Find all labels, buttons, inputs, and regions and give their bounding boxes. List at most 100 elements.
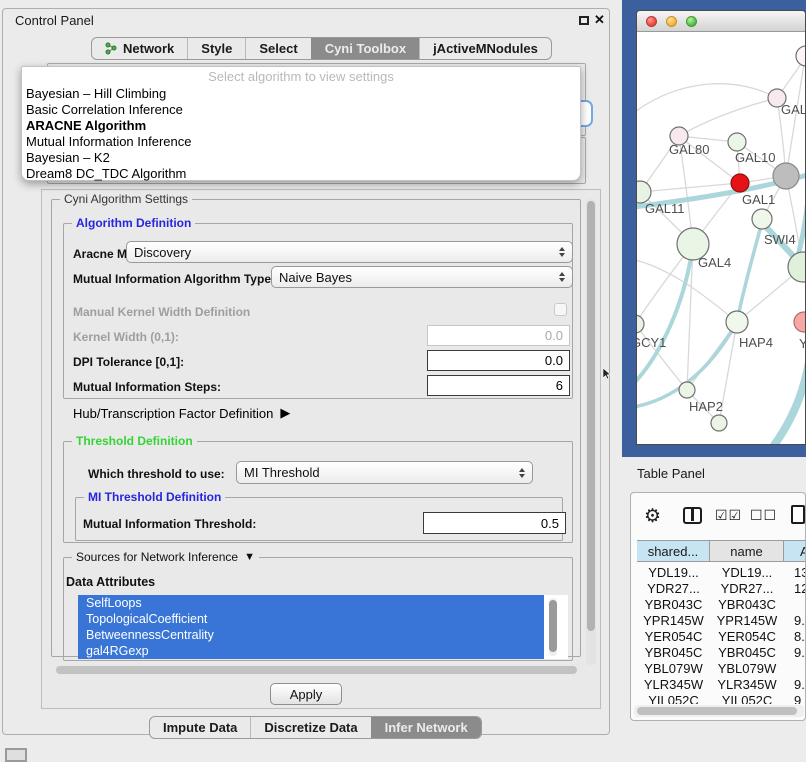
which-threshold-combo[interactable]: MI Threshold xyxy=(236,461,533,484)
table-settings-gear-icon[interactable]: ⚙ xyxy=(644,505,661,528)
tab-select[interactable]: Select xyxy=(245,38,310,59)
node-salmon[interactable] xyxy=(794,312,805,332)
attribute-item-selected[interactable]: TopologicalCoefficient xyxy=(78,611,544,627)
tab-discretize-data[interactable]: Discretize Data xyxy=(250,717,370,738)
network-window-titlebar[interactable] xyxy=(637,11,805,32)
new-column-icon[interactable] xyxy=(791,505,805,524)
svg-text:GAL10: GAL10 xyxy=(735,150,775,165)
dropdown-prompt: Select algorithm to view settings xyxy=(22,67,580,86)
node-partial-corner[interactable] xyxy=(796,46,805,66)
column-header-name[interactable]: name xyxy=(710,540,784,562)
attributes-list-scrollbar[interactable] xyxy=(549,598,557,656)
dropdown-item-selected[interactable]: ARACNE Algorithm xyxy=(22,118,580,134)
column-layout-icon[interactable] xyxy=(683,507,702,524)
svg-text:GAL1: GAL1 xyxy=(742,192,775,207)
control-panel-title: Control Panel xyxy=(15,13,94,28)
node-bottom[interactable] xyxy=(711,415,727,431)
data-attributes-list[interactable]: SelfLoops TopologicalCoefficient Between… xyxy=(78,595,568,659)
kernel-width-field[interactable]: 0.0 xyxy=(427,325,570,346)
svg-text:HAP4: HAP4 xyxy=(739,335,773,350)
dropdown-item[interactable]: Bayesian – Hill Climbing xyxy=(22,86,580,102)
column-header-partial[interactable]: A xyxy=(784,540,806,562)
column-header-shared[interactable]: shared... xyxy=(637,540,710,562)
node-hap4[interactable] xyxy=(726,311,748,333)
expanded-arrow-icon: ▼ xyxy=(244,551,255,563)
svg-text:GCY1: GCY1 xyxy=(637,335,666,350)
tab-infer-network[interactable]: Infer Network xyxy=(371,717,481,738)
spinner-arrows-icon xyxy=(559,247,565,257)
network-window: GAL GAL80 GAL10 GAL1 GAL11 SWI4 GAL4 GCY… xyxy=(636,10,806,445)
algorithm-definition-title: Algorithm Definition xyxy=(72,216,195,230)
sources-group-title[interactable]: Sources for Network Inference ▼ xyxy=(72,550,259,564)
dropdown-item[interactable]: Bayesian – K2 xyxy=(22,150,580,166)
settings-horizontal-scrollbar[interactable] xyxy=(54,664,581,675)
dropdown-item[interactable]: Dream8 DC_TDC Algorithm xyxy=(22,166,580,182)
which-threshold-label: Which threshold to use: xyxy=(88,467,225,481)
close-panel-icon[interactable]: ✕ xyxy=(594,12,605,28)
tab-network[interactable]: Network xyxy=(92,38,187,59)
node-gcy1[interactable] xyxy=(637,315,644,333)
network-tab-icon xyxy=(105,42,118,55)
tab-cyni-toolbox[interactable]: Cyni Toolbox xyxy=(311,38,419,59)
table-row[interactable]: YER054CYER054C8. xyxy=(637,629,806,645)
aracne-mode-combo[interactable]: Discovery xyxy=(126,241,573,263)
tab-jactivemnodules[interactable]: jActiveMNodules xyxy=(419,38,551,59)
table-row[interactable]: YBR045CYBR045C9. xyxy=(637,645,806,661)
minimize-window-icon[interactable] xyxy=(666,16,677,27)
mouse-cursor xyxy=(603,367,612,385)
node-swi4[interactable] xyxy=(752,209,772,229)
tab-style[interactable]: Style xyxy=(187,38,245,59)
threshold-definition-title: Threshold Definition xyxy=(72,434,197,448)
tab-network-label: Network xyxy=(123,41,174,56)
table-header-row: shared... name A xyxy=(631,540,806,563)
table-row[interactable]: YDL19...YDL19...13 xyxy=(637,565,806,581)
table-row[interactable]: YLR345WYLR345W9. xyxy=(637,677,806,693)
network-node-labels: GAL GAL80 GAL10 GAL1 GAL11 SWI4 GAL4 GCY… xyxy=(637,102,805,414)
spinner-arrows-icon xyxy=(519,468,525,478)
attribute-item-selected[interactable]: gal4RGexp xyxy=(78,643,544,659)
mi-steps-label: Mutual Information Steps: xyxy=(73,380,221,394)
mi-type-combo[interactable]: Naive Bayes xyxy=(271,266,573,288)
table-row[interactable]: YBR043CYBR043C xyxy=(637,597,806,613)
hub-definition-toggle[interactable]: Hub/Transcription Factor Definition ▶ xyxy=(73,405,290,421)
node-hap2[interactable] xyxy=(679,382,695,398)
float-window-icon[interactable] xyxy=(579,16,589,25)
mi-steps-field[interactable]: 6 xyxy=(427,375,570,396)
table-row[interactable]: YPR145WYPR145W9. xyxy=(637,613,806,629)
manual-kernel-label: Manual Kernel Width Definition xyxy=(73,305,250,319)
manual-kernel-checkbox[interactable] xyxy=(554,303,567,316)
dropdown-item[interactable]: Basic Correlation Inference xyxy=(22,102,580,118)
attribute-item-selected[interactable]: BetweennessCentrality xyxy=(78,627,544,643)
node-gal1-selected[interactable] xyxy=(731,174,749,192)
table-panel: ⚙ ☑☑ ☐☐ shared... name A YDL19...YDL19..… xyxy=(630,492,806,721)
dropdown-item[interactable]: Mutual Information Inference xyxy=(22,134,580,150)
select-all-rows-icon[interactable]: ☑☑ xyxy=(715,507,742,524)
mi-threshold-field[interactable]: 0.5 xyxy=(423,512,566,534)
minimized-panel-icon[interactable] xyxy=(5,748,27,762)
svg-text:GAL80: GAL80 xyxy=(669,142,709,157)
tab-impute-data[interactable]: Impute Data xyxy=(150,717,250,738)
data-attributes-label: Data Attributes xyxy=(66,575,155,589)
table-row[interactable]: YDR27...YDR27...12 xyxy=(637,581,806,597)
apply-button[interactable]: Apply xyxy=(270,683,342,705)
settings-vertical-scrollbar[interactable] xyxy=(586,199,596,665)
control-panel-window: Control Panel ✕ Network Style Select Cyn… xyxy=(2,8,610,735)
zoom-window-icon[interactable] xyxy=(686,16,697,27)
svg-text:GAL: GAL xyxy=(781,102,805,117)
node-gal10[interactable] xyxy=(728,133,746,151)
svg-text:GAL4: GAL4 xyxy=(698,255,731,270)
svg-text:HAP2: HAP2 xyxy=(689,399,723,414)
table-horizontal-scrollbar[interactable] xyxy=(634,705,804,717)
mi-threshold-group-title: MI Threshold Definition xyxy=(84,490,225,504)
node-gray[interactable] xyxy=(773,163,799,189)
cyni-bottom-tabbar: Impute Data Discretize Data Infer Networ… xyxy=(149,716,482,739)
close-window-icon[interactable] xyxy=(646,16,657,27)
table-row[interactable]: YBL079WYBL079W xyxy=(637,661,806,677)
deselect-all-rows-icon[interactable]: ☐☐ xyxy=(750,507,777,524)
attribute-item-selected[interactable]: SelfLoops xyxy=(78,595,544,611)
table-row[interactable]: YIL052CYIL052C9 xyxy=(637,693,806,704)
svg-text:Y: Y xyxy=(799,336,805,351)
dpi-tolerance-field[interactable]: 0.0 xyxy=(427,350,570,371)
network-canvas[interactable]: GAL GAL80 GAL10 GAL1 GAL11 SWI4 GAL4 GCY… xyxy=(637,32,805,445)
kernel-width-label: Kernel Width (0,1): xyxy=(73,330,179,344)
